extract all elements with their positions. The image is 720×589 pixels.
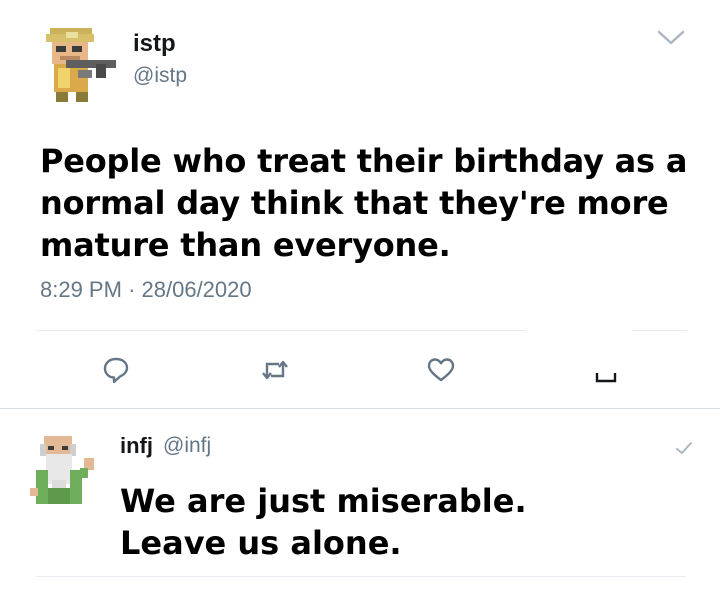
reply-button[interactable] [96,350,136,390]
tweet-time: 8:29 PM [40,277,122,302]
tweet-text-line: We are just miserable. [120,482,527,520]
heart-icon [427,358,455,382]
avatar[interactable] [36,24,118,106]
user-handle[interactable]: @istp [133,64,187,88]
timestamp-separator: · [128,277,136,302]
divider [36,576,686,577]
display-name[interactable]: istp [133,30,176,58]
comment-icon [103,357,129,384]
divider [632,330,687,331]
tweet-text: People who treat their birthday as a nor… [40,142,688,264]
tweet-text: We are just miserable. Leave us alone. [120,480,700,564]
tweet-timestamp: 8:29 PM · 28/06/2020 [40,277,252,303]
main-tweet[interactable]: istp @istp People who treat their birthd… [0,0,720,410]
tweet-date: 28/06/2020 [141,277,252,302]
divider [36,330,526,331]
pixel-soldier-avatar-icon [36,24,118,106]
user-handle[interactable]: @infj [163,434,211,458]
avatar[interactable] [24,430,106,512]
share-button[interactable] [586,350,626,390]
retweet-icon [262,360,288,380]
retweet-button[interactable] [255,350,295,390]
chevron-down-icon[interactable] [656,28,686,48]
tweet-text-line: Leave us alone. [120,524,402,562]
share-icon [595,373,617,383]
chevron-down-icon[interactable] [674,440,694,456]
like-button[interactable] [421,350,461,390]
tweet-actions [0,350,720,394]
tweet-separator [0,408,720,409]
display-name[interactable]: infj [120,433,153,459]
reply-tweet[interactable]: infj @infj We are just miserable. Leave … [0,410,720,589]
pixel-wizard-avatar-icon [24,430,106,512]
